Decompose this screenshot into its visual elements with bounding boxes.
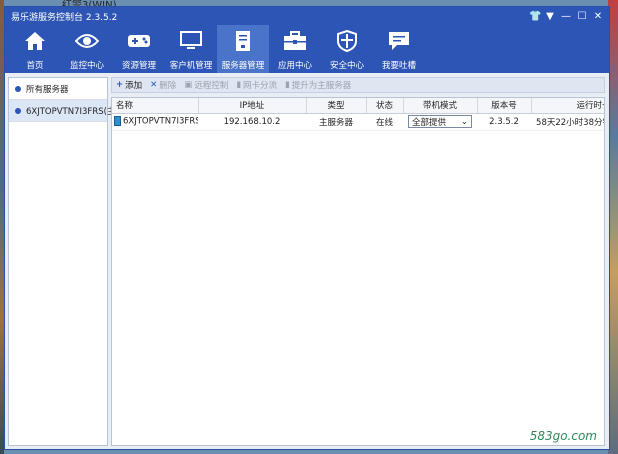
nic-label: 网卡分流: [243, 81, 278, 91]
window-title: 易乐游服务控制台 2.3.5.2: [11, 12, 118, 23]
nav-feedback[interactable]: 我要吐槽: [373, 25, 425, 73]
server-table: 名称 IP地址 类型 状态 带机模式 版本号 运行时长 6XJTOPVTN: [111, 97, 605, 446]
minimize-icon[interactable]: —: [561, 11, 571, 22]
nav-clients[interactable]: 客户机管理: [165, 25, 217, 73]
chevron-down-icon: ⌄: [460, 116, 468, 127]
app-window: 易乐游服务控制台 2.3.5.2 👕 ▼ — ☐ ✕ 首页 监控中心 资源管理: [4, 6, 610, 450]
main-nav: 首页 监控中心 资源管理 客户机管理 服务器管理 应用中心 安全中心 我要吐槽: [5, 25, 609, 73]
delete-label: 删除: [159, 81, 177, 91]
monitor-icon: [178, 29, 204, 53]
eye-icon: [74, 29, 100, 53]
sidebar-item-all-servers[interactable]: 所有服务器: [9, 78, 107, 100]
shield-icon: [334, 29, 360, 53]
home-icon: [22, 29, 48, 53]
promote-icon: ▮: [285, 80, 290, 90]
bullet-icon: [15, 107, 21, 114]
nic-split-button[interactable]: ▮ 网卡分流: [236, 79, 277, 91]
mode-select[interactable]: 全部提供 ⌄: [408, 115, 472, 128]
server-icon: [114, 116, 121, 127]
toolbox-icon: [282, 29, 308, 53]
nic-icon: ▮: [236, 80, 242, 90]
server-panel: + 添加 ✕ 删除 ▣ 远程控制 ▮ 网卡分流 ▮ 提升为主服务器 名称 IP地…: [111, 77, 605, 446]
nav-label: 应用中心: [277, 61, 312, 71]
cell-uptime: 58天22小时38分钟: [531, 113, 604, 131]
nav-label: 服务器管理: [221, 61, 265, 71]
maximize-icon[interactable]: ☐: [577, 11, 587, 22]
sidebar-item-label: 所有服务器: [26, 84, 69, 95]
nav-monitor[interactable]: 监控中心: [61, 25, 113, 73]
cell-ip: 192.168.10.2: [198, 113, 306, 131]
nav-label: 首页: [26, 61, 44, 71]
mode-select-value: 全部提供: [412, 117, 447, 128]
content-area: 所有服务器 6XJTOPVTN7I3FRS(主) + 添加 ✕ 删除 ▣ 远程控…: [5, 73, 609, 449]
server-tree: 所有服务器 6XJTOPVTN7I3FRS(主): [8, 77, 119, 446]
chat-icon: [386, 29, 412, 53]
server-name: 6XJTOPVTN7I3FRS: [123, 116, 198, 127]
nav-servers[interactable]: 服务器管理: [217, 25, 269, 73]
add-label: 添加: [125, 81, 143, 91]
gamepad-icon: [126, 29, 152, 53]
remote-icon: ▣: [184, 80, 193, 90]
column-header-mode[interactable]: 带机模式: [403, 98, 478, 114]
column-header-ip[interactable]: IP地址: [198, 98, 307, 114]
table-row[interactable]: 6XJTOPVTN7I3FRS 192.168.10.2 主服务器 在线 全部提…: [112, 113, 604, 131]
toolbar: + 添加 ✕ 删除 ▣ 远程控制 ▮ 网卡分流 ▮ 提升为主服务器: [111, 77, 605, 93]
promote-button[interactable]: ▮ 提升为主服务器: [285, 79, 351, 91]
cell-type: 主服务器: [306, 113, 366, 131]
cell-version: 2.3.5.2: [477, 113, 531, 131]
nav-label: 我要吐槽: [381, 61, 416, 71]
column-header-type[interactable]: 类型: [306, 98, 367, 114]
nav-security[interactable]: 安全中心: [321, 25, 373, 73]
nav-home[interactable]: 首页: [9, 25, 61, 73]
table-header: 名称 IP地址 类型 状态 带机模式 版本号 运行时长: [112, 98, 604, 114]
window-controls: 👕 ▼ — ☐ ✕: [529, 11, 603, 22]
nav-resources[interactable]: 资源管理: [113, 25, 165, 73]
x-icon: ✕: [150, 80, 158, 90]
close-icon[interactable]: ✕: [593, 11, 603, 22]
nav-label: 安全中心: [329, 61, 364, 71]
sidebar-item-label: 6XJTOPVTN7I3FRS(主): [26, 106, 119, 117]
cell-status: 在线: [366, 113, 403, 131]
delete-button[interactable]: ✕ 删除: [150, 79, 176, 91]
server-icon: [230, 29, 256, 53]
remote-label: 远程控制: [194, 81, 229, 91]
column-header-version[interactable]: 版本号: [477, 98, 532, 114]
title-bar: 易乐游服务控制台 2.3.5.2 👕 ▼ — ☐ ✕: [5, 7, 609, 25]
column-header-status[interactable]: 状态: [366, 98, 404, 114]
column-header-uptime[interactable]: 运行时长: [531, 98, 604, 114]
remote-control-button[interactable]: ▣ 远程控制: [184, 79, 228, 91]
column-header-name[interactable]: 名称: [112, 98, 199, 114]
nav-label: 客户机管理: [169, 61, 213, 71]
plus-icon: +: [116, 80, 124, 90]
sidebar-item-server[interactable]: 6XJTOPVTN7I3FRS(主): [9, 100, 119, 122]
dropdown-icon[interactable]: ▼: [545, 11, 555, 22]
shirt-icon[interactable]: 👕: [529, 11, 541, 22]
bullet-icon: [15, 85, 21, 92]
cell-name: 6XJTOPVTN7I3FRS: [112, 113, 198, 131]
promote-label: 提升为主服务器: [291, 81, 352, 91]
cell-mode: 全部提供 ⌄: [403, 113, 477, 131]
nav-label: 监控中心: [69, 61, 104, 71]
nav-apps[interactable]: 应用中心: [269, 25, 321, 73]
nav-label: 资源管理: [121, 61, 156, 71]
add-button[interactable]: + 添加: [116, 79, 142, 91]
watermark: 583go.com: [529, 429, 597, 443]
